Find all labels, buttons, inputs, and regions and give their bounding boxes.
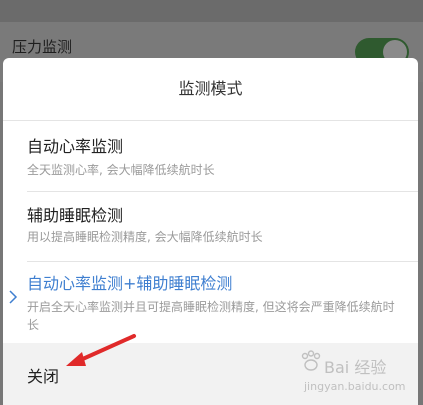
dialog-title: 监测模式 [178, 79, 243, 98]
option-sleep-assist[interactable]: 辅助睡眠检测 用以提高睡眠检测精度, 会大幅降低续航时长 [3, 192, 418, 262]
baidu-jingyan-watermark: Bai 经验 jingyan.baidu.com [300, 340, 410, 400]
option-title: 自动心率监测+辅助睡眠检测 [27, 274, 233, 293]
stress-monitor-label: 压力监测 [12, 38, 73, 56]
option-heart-rate-and-sleep[interactable]: 自动心率监测+辅助睡眠检测 开启全天心率监测并且可提高睡眠检测精度, 但这将会严… [3, 262, 418, 343]
background-status-bar [0, 0, 423, 22]
option-description: 用以提高睡眠检测精度, 会大幅降低续航时长 [27, 230, 263, 244]
option-description: 全天监测心率, 会大幅降低续航时长 [27, 163, 215, 177]
option-description: 开启全天心率监测并且可提高睡眠检测精度, 但这将会严重降低续航时长 [27, 300, 395, 332]
option-title: 辅助睡眠检测 [27, 206, 124, 225]
selected-chevron-icon [9, 290, 18, 304]
watermark-brand: Bai 经验 [324, 358, 387, 377]
annotation-arrow-icon [66, 334, 136, 366]
watermark-url: jingyan.baidu.com [304, 380, 406, 393]
option-title: 自动心率监测 [27, 137, 124, 156]
close-label: 关闭 [27, 367, 60, 386]
option-auto-heart-rate[interactable]: 自动心率监测 全天监测心率, 会大幅降低续航时长 [3, 121, 418, 191]
paw-logo-icon [301, 350, 321, 371]
